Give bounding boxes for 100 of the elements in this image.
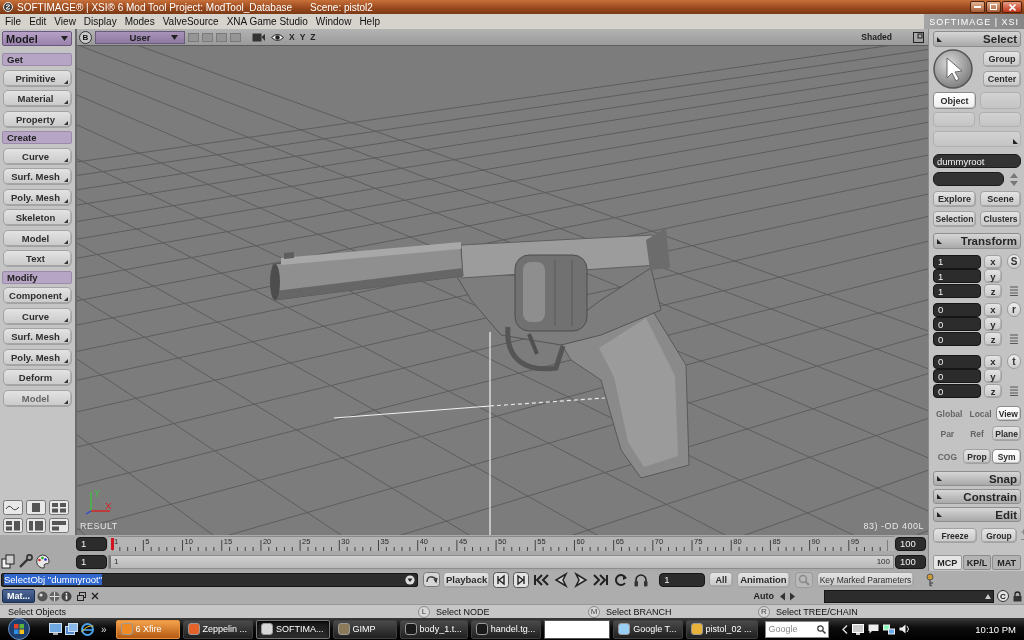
toggle-slot[interactable]: [230, 32, 241, 42]
range-start-field[interactable]: 1: [76, 554, 107, 569]
minimize-button[interactable]: [970, 1, 985, 13]
start-orb-icon[interactable]: [8, 618, 30, 640]
value-field[interactable]: 0: [933, 302, 981, 317]
taskbar-button[interactable]: GIMP: [332, 619, 397, 639]
panel-header[interactable]: Snap: [933, 471, 1021, 486]
value-field[interactable]: 0: [933, 354, 981, 369]
axis-button[interactable]: x: [984, 302, 1002, 317]
tool-button[interactable]: Curve: [3, 307, 72, 325]
layers-icon[interactable]: [1, 554, 16, 569]
maximize-button[interactable]: [986, 1, 1001, 13]
network-icon[interactable]: [882, 623, 895, 635]
chevron-left-icon[interactable]: [841, 624, 848, 634]
scene-button[interactable]: Scene: [980, 191, 1021, 207]
panel-tab[interactable]: KP/L: [962, 555, 992, 570]
transform-mode-button[interactable]: Plane: [992, 426, 1021, 441]
panel-header[interactable]: Edit: [933, 507, 1021, 522]
single-pane-icon[interactable]: [26, 500, 46, 515]
selection-name-field[interactable]: dummyroot: [933, 154, 1021, 168]
axis-button[interactable]: z: [984, 384, 1002, 398]
window-switch-icon[interactable]: [65, 623, 78, 635]
speech-bubble-icon[interactable]: [867, 624, 879, 634]
panel-header[interactable]: Constrain: [933, 489, 1021, 504]
value-field[interactable]: 0: [933, 317, 981, 331]
column-pane-icon[interactable]: [26, 518, 46, 533]
toggle-slot[interactable]: [188, 32, 199, 42]
display-mode-menu[interactable]: Shaded: [861, 32, 892, 42]
tool-button[interactable]: Surf. Mesh: [3, 168, 72, 185]
key-icon[interactable]: [924, 572, 937, 587]
tool-button[interactable]: Poly. Mesh: [3, 188, 72, 206]
search-field[interactable]: Google: [764, 620, 829, 638]
axis-toggle[interactable]: X: [289, 32, 295, 42]
monitor-icon[interactable]: [851, 623, 864, 635]
wave-pane-icon[interactable]: [3, 500, 23, 515]
browser-icon[interactable]: [81, 622, 94, 636]
history-dropdown-icon[interactable]: [405, 574, 415, 585]
menu-item[interactable]: XNA Game Studio: [226, 16, 308, 27]
menu-item[interactable]: View: [54, 16, 76, 27]
menu-item[interactable]: Edit: [29, 16, 47, 27]
taskbar-button[interactable]: pistol_02 ...: [685, 619, 758, 639]
menu-item[interactable]: Modes: [124, 16, 155, 27]
menu-item[interactable]: ValveSource: [162, 16, 219, 27]
axis-toggle[interactable]: Y: [299, 32, 306, 42]
axis-button[interactable]: x: [984, 354, 1002, 369]
globe-icon[interactable]: [49, 590, 60, 602]
skip-start-icon[interactable]: [533, 571, 550, 588]
panel-tab[interactable]: MCP: [933, 555, 962, 570]
panel-header[interactable]: Transform: [933, 233, 1021, 249]
panel-tab[interactable]: MAT: [992, 555, 1021, 570]
c-button[interactable]: C: [997, 590, 1009, 602]
previous-key-icon[interactable]: [493, 571, 510, 588]
toggle-slot[interactable]: [216, 32, 227, 42]
key-marked-parameters-button[interactable]: Key Marked Parameters: [816, 572, 915, 587]
module-dropdown[interactable]: Model: [2, 31, 72, 46]
tool-button[interactable]: Component: [3, 287, 72, 304]
keying-field[interactable]: [824, 589, 994, 603]
next-arrow-icon[interactable]: [789, 591, 796, 601]
taskbar-button[interactable]: body_1.t...: [399, 619, 468, 639]
axis-button[interactable]: z: [984, 332, 1002, 346]
tool-button[interactable]: Deform: [3, 369, 72, 386]
value-field[interactable]: 0: [933, 369, 981, 383]
lock-icon[interactable]: [1013, 590, 1022, 602]
taskbar-button[interactable]: SOFTIMA...: [256, 619, 330, 639]
viewport-menu-button[interactable]: B: [79, 30, 92, 44]
playhead-marker[interactable]: [111, 538, 114, 550]
axis-toggle[interactable]: Z: [310, 32, 316, 42]
tool-button[interactable]: Curve: [3, 147, 72, 165]
close-button[interactable]: [1002, 1, 1022, 13]
palette-icon[interactable]: [35, 554, 50, 569]
transform-mode-button[interactable]: View: [995, 406, 1021, 421]
axis-button[interactable]: z: [984, 284, 1002, 298]
eye-icon[interactable]: [271, 32, 284, 42]
clusters-button[interactable]: Clusters: [980, 211, 1021, 227]
playback-menu-button[interactable]: Playback: [443, 571, 491, 588]
desktop-icon[interactable]: [49, 623, 62, 635]
axis-button[interactable]: x: [984, 254, 1002, 269]
transform-key-button[interactable]: r: [1007, 302, 1021, 317]
explore-menu-button[interactable]: Explore: [933, 191, 976, 207]
filter-field[interactable]: [933, 172, 1004, 186]
tool-button[interactable]: Material: [3, 90, 72, 107]
next-key-icon[interactable]: [513, 571, 530, 588]
transform-key-button[interactable]: t: [1007, 354, 1021, 369]
range-end-field[interactable]: 100: [895, 554, 926, 569]
maximize-view-icon[interactable]: [913, 31, 924, 43]
tool-button[interactable]: Property: [3, 110, 72, 128]
start-frame-field[interactable]: 1: [76, 536, 107, 551]
wrench-icon[interactable]: [18, 554, 33, 569]
tool-button[interactable]: Model: [3, 229, 72, 247]
tool-button[interactable]: Surf. Mesh: [3, 328, 72, 345]
split-pane-icon[interactable]: [3, 518, 23, 533]
previous-arrow-icon[interactable]: [779, 591, 786, 601]
layout-tab[interactable]: Mat...: [2, 589, 35, 603]
value-field[interactable]: 1: [933, 284, 981, 298]
axis-button[interactable]: y: [984, 317, 1002, 331]
script-icon[interactable]: [423, 572, 440, 587]
axis-button[interactable]: y: [984, 369, 1002, 383]
taskbar-button[interactable]: Google T...: [613, 619, 683, 639]
range-all-button[interactable]: All: [709, 572, 734, 587]
command-field[interactable]: SelectObj "dummyroot": [1, 572, 418, 587]
